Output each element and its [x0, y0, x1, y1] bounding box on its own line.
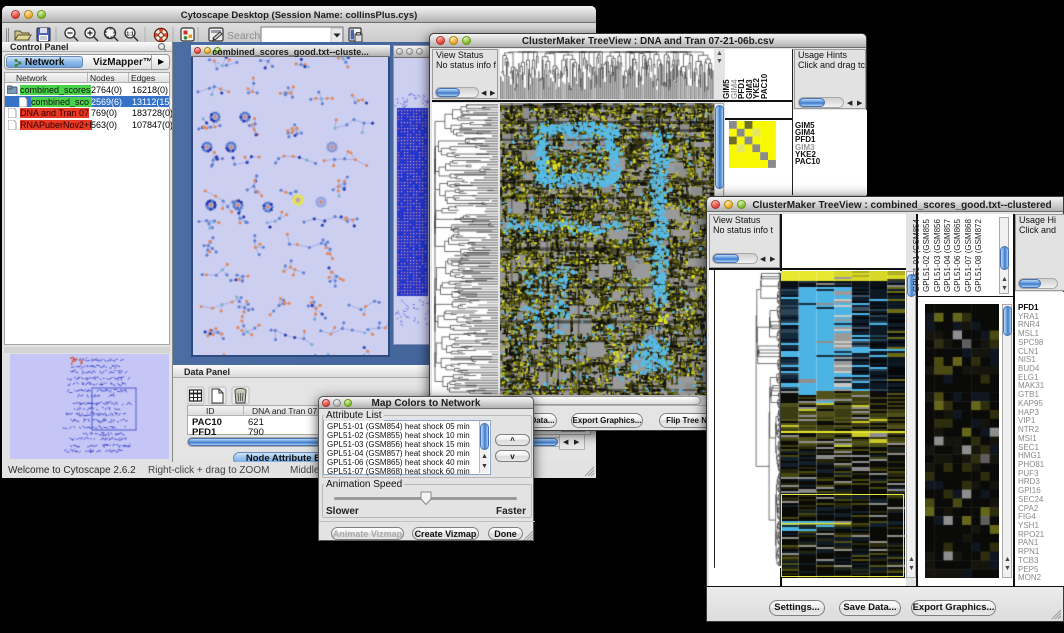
- svg-text:Search:: Search:: [227, 30, 263, 42]
- svg-text:1:1: 1:1: [126, 32, 133, 38]
